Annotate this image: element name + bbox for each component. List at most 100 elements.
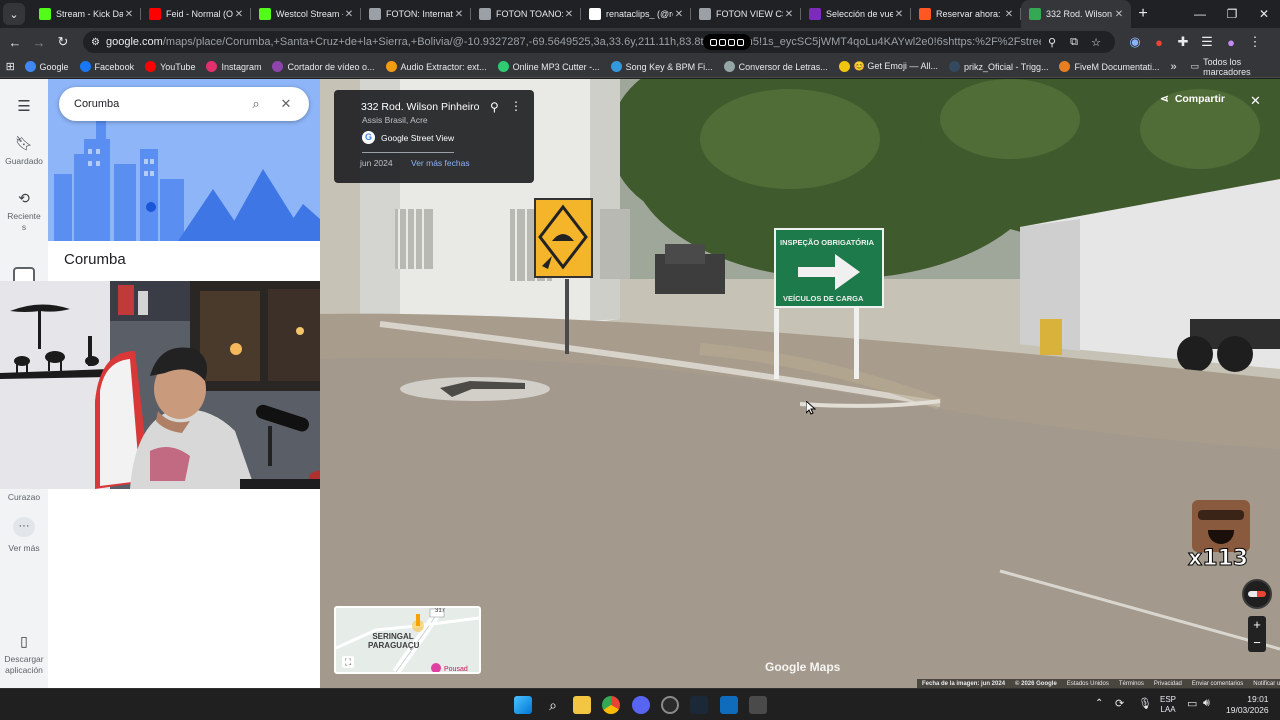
close-tab-icon[interactable]: ✕ — [123, 9, 135, 20]
close-tab-icon[interactable]: ✕ — [1003, 9, 1015, 20]
close-tab-icon[interactable]: ✕ — [673, 9, 685, 20]
bookmark-item[interactable]: Cortador de vídeo o... — [272, 61, 375, 72]
volume-icon[interactable]: 🔊︎ — [1203, 697, 1210, 710]
clock[interactable]: 19:01 19/03/2026 — [1226, 694, 1269, 716]
recents-button[interactable]: ⟲ Recientes — [0, 189, 48, 233]
menu-button[interactable]: ☰ — [0, 97, 48, 119]
browser-tab[interactable]: Stream - Kick Da ✕ — [31, 0, 141, 28]
close-tab-icon[interactable]: ✕ — [453, 9, 465, 20]
close-tab-icon[interactable]: ✕ — [343, 9, 355, 20]
steam-icon[interactable] — [690, 696, 708, 714]
browser-tab[interactable]: 332 Rod. Wilson P✕ — [1021, 0, 1131, 28]
browser-tab[interactable]: Reservar ahora: Li ✕ — [911, 0, 1021, 28]
discord-icon[interactable] — [632, 696, 650, 714]
network-icon[interactable]: ▭ — [1187, 697, 1197, 710]
bookmark-item[interactable]: 😊 Get Emoji — All... — [838, 61, 938, 72]
street-view-minimap[interactable]: 317 SERINGAL PARAGUAÇU Pousad ⛶ — [334, 606, 481, 674]
bookmark-item[interactable]: Audio Extractor: ext... — [385, 61, 487, 72]
all-bookmarks-folder[interactable]: ▭ Todos los marcadores — [1191, 57, 1270, 77]
more-options-icon[interactable]: ⋮ — [510, 99, 522, 113]
browser-tab[interactable]: renataclips_ (@re ✕ — [581, 0, 691, 28]
extensions-puzzle-icon[interactable]: ✚ — [1171, 34, 1195, 50]
restore-button[interactable]: ❐ — [1216, 7, 1248, 21]
bookmark-item[interactable]: Google — [24, 61, 69, 72]
bookmark-item[interactable]: prikz_Oficial - Trigg... — [948, 61, 1048, 72]
expand-map-icon[interactable]: ⛶ — [342, 656, 354, 668]
compass-button[interactable] — [1242, 579, 1272, 609]
close-tab-icon[interactable]: ✕ — [1113, 9, 1125, 20]
close-tab-icon[interactable]: ✕ — [783, 9, 795, 20]
notepad-icon[interactable] — [720, 696, 738, 714]
footer-item[interactable]: Estados Unidos — [1067, 681, 1109, 687]
bookmarks-overflow-icon[interactable]: » — [1171, 61, 1177, 73]
minimize-button[interactable]: — — [1184, 7, 1216, 21]
microphone-icon[interactable]: 🎙︎ — [1138, 697, 1152, 710]
install-app-icon[interactable]: ⧉ — [1063, 36, 1085, 49]
chrome-menu-icon[interactable]: ⋮ — [1243, 34, 1267, 50]
bookmark-favicon-icon — [948, 61, 960, 72]
close-tab-icon[interactable]: ✕ — [893, 9, 905, 20]
bookmark-item[interactable]: YouTube — [145, 61, 195, 72]
map-pin-icon[interactable]: ⚲ — [490, 100, 499, 114]
extension-red-icon[interactable]: ● — [1147, 35, 1171, 50]
file-explorer-icon[interactable] — [573, 696, 591, 714]
more-button[interactable]: ··· Ver más — [0, 517, 48, 553]
reading-list-icon[interactable]: ☰ — [1195, 34, 1219, 50]
close-tab-icon[interactable]: ✕ — [233, 9, 245, 20]
street-view-provider[interactable]: G Google Street View — [362, 131, 454, 144]
bookmark-item[interactable]: Song Key & BPM Fi... — [610, 61, 713, 72]
close-street-view-icon[interactable]: ✕ — [1250, 93, 1261, 109]
start-menu-icon[interactable] — [514, 696, 532, 714]
taskbar-search-icon[interactable]: ⌕ — [544, 696, 562, 714]
back-icon[interactable]: ← — [3, 35, 27, 50]
browser-tab[interactable]: FOTON: Internatio ✕ — [361, 0, 471, 28]
bookmark-item[interactable]: Online MP3 Cutter -... — [497, 61, 600, 72]
location-icon[interactable]: ⚲ — [1041, 36, 1063, 49]
curazao-button[interactable]: Curazao — [0, 492, 48, 502]
footer-item[interactable]: Términos — [1119, 681, 1144, 687]
download-app-button[interactable]: ▯ Descargar aplicación — [0, 632, 48, 676]
obs-icon[interactable] — [661, 696, 679, 714]
browser-tab[interactable]: Selección de vuel ✕ — [801, 0, 911, 28]
tab-search-button[interactable]: ⌄ — [3, 3, 25, 25]
share-button[interactable]: ⋖ Compartir — [1160, 93, 1225, 105]
browser-tab[interactable]: FOTON TOANO: C✕ — [471, 0, 581, 28]
browser-tab[interactable]: FOTON VIEW CS2✕ — [691, 0, 801, 28]
new-tab-button[interactable]: + — [1131, 5, 1155, 23]
tray-overflow-icon[interactable]: ⌃ — [1095, 698, 1103, 709]
globe-icon — [479, 8, 491, 20]
language-indicator[interactable]: ESP LAA — [1160, 695, 1176, 715]
reload-icon[interactable]: ↻ — [51, 34, 75, 50]
search-input[interactable] — [74, 98, 241, 110]
footer-item[interactable]: Notificar un problema — [1253, 681, 1280, 687]
street-view-info-card: 332 Rod. Wilson Pinheiro Assis Brasil, A… — [334, 90, 534, 183]
clear-search-icon[interactable]: ✕ — [271, 96, 301, 112]
bookmark-star-icon[interactable]: ☆ — [1085, 36, 1107, 49]
browser-tab[interactable]: Feid - Normal (Of ✕ — [141, 0, 251, 28]
calculator-icon[interactable] — [749, 696, 767, 714]
footer-item[interactable]: Privacidad — [1154, 681, 1182, 687]
bookmark-item[interactable]: Instagram — [206, 61, 261, 72]
bookmark-item[interactable]: Facebook — [79, 61, 134, 72]
zoom-in-button[interactable]: + — [1248, 616, 1266, 634]
chrome-taskbar-icon[interactable] — [602, 696, 620, 714]
close-window-button[interactable]: ✕ — [1248, 7, 1280, 21]
site-info-icon[interactable]: ⚙ — [91, 37, 100, 48]
profile-avatar-icon[interactable]: ● — [1219, 35, 1243, 50]
search-icon[interactable]: ⌕ — [241, 96, 271, 112]
apps-grid-icon[interactable]: ⊞ — [0, 60, 21, 73]
zoom-out-button[interactable]: − — [1248, 634, 1266, 652]
browser-tab[interactable]: Westcol Stream - ✕ — [251, 0, 361, 28]
footer-item[interactable]: Enviar comentarios — [1192, 681, 1243, 687]
bookmark-item[interactable]: FiveM Documentati... — [1059, 61, 1160, 72]
bookmark-item[interactable]: Conversor de Letras... — [723, 61, 828, 72]
forward-icon[interactable]: → — [27, 35, 51, 50]
tray-sync-icon[interactable]: ⟳ — [1115, 697, 1124, 710]
saved-button[interactable]: 🔖︎ Guardado — [0, 135, 48, 166]
more-label: Ver más — [8, 543, 40, 553]
address-bar[interactable]: ⚙ google.com/maps/place/Corumba,+Santa+C… — [83, 31, 1115, 53]
extension-wifi-icon[interactable]: ◉ — [1123, 34, 1147, 50]
close-tab-icon[interactable]: ✕ — [563, 9, 575, 20]
more-dates-link[interactable]: Ver más fechas — [411, 158, 470, 168]
tab-title: Stream - Kick Da — [56, 9, 123, 19]
